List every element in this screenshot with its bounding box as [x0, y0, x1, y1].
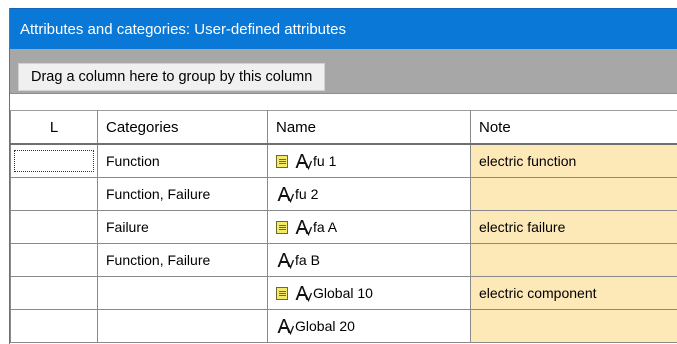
group-by-hint: Drag a column here to group by this colu…: [18, 63, 326, 91]
cell-name[interactable]: fu 2: [267, 177, 471, 211]
cell-note[interactable]: electric function: [470, 143, 677, 178]
attributes-panel: Attributes and categories: User-defined …: [9, 8, 677, 344]
attribute-name: fu 2: [295, 186, 319, 202]
attribute-name: fa B: [295, 252, 320, 268]
cell-note[interactable]: electric failure: [470, 210, 677, 244]
column-header-name[interactable]: Name: [267, 110, 471, 145]
attribute-a-icon: [294, 284, 312, 302]
attribute-a-icon: [294, 218, 312, 236]
cell-note[interactable]: [470, 309, 677, 343]
table-row[interactable]: Function, Failure fu 2: [10, 177, 677, 211]
cell-categories[interactable]: [97, 309, 268, 343]
cell-categories[interactable]: Function, Failure: [97, 177, 268, 211]
attribute-a-icon: [276, 317, 294, 335]
cell-note[interactable]: [470, 177, 677, 211]
cell-note[interactable]: electric component: [470, 276, 677, 310]
group-by-area[interactable]: Drag a column here to group by this colu…: [10, 49, 677, 94]
cell-l[interactable]: [10, 143, 98, 178]
cell-l[interactable]: [10, 210, 98, 244]
cell-categories[interactable]: Failure: [97, 210, 268, 244]
attribute-name: Global 20: [295, 318, 355, 334]
table-row[interactable]: Function, Failure fa B: [10, 243, 677, 277]
cell-categories[interactable]: [97, 276, 268, 310]
column-header-note[interactable]: Note: [470, 110, 677, 145]
attribute-name: fu 1: [313, 153, 337, 169]
panel-title: Attributes and categories: User-defined …: [20, 20, 347, 38]
attribute-a-icon: [276, 185, 294, 203]
cell-name[interactable]: fu 1: [267, 143, 471, 178]
document-icon: [276, 154, 288, 168]
cell-categories[interactable]: Function, Failure: [97, 243, 268, 277]
cell-l[interactable]: [10, 276, 98, 310]
document-icon: [276, 220, 288, 234]
table-row[interactable]: Failure fa A electric failure: [10, 210, 677, 244]
column-header-categories[interactable]: Categories: [97, 110, 268, 145]
column-header-l[interactable]: L: [10, 110, 98, 145]
table-row[interactable]: Global 10 electric component: [10, 276, 677, 310]
cell-note[interactable]: [470, 243, 677, 277]
attribute-a-icon: [276, 251, 294, 269]
grid-header-row: L Categories Name Note: [10, 110, 677, 145]
table-row[interactable]: Function fu 1 electric function: [10, 143, 677, 178]
cell-name[interactable]: fa A: [267, 210, 471, 244]
attributes-grid: L Categories Name Note Function fu 1 elect…: [10, 110, 677, 343]
attribute-a-icon: [294, 152, 312, 170]
focus-indicator: [14, 150, 94, 172]
table-row[interactable]: Global 20: [10, 309, 677, 343]
attribute-name: fa A: [313, 219, 338, 235]
document-icon: [276, 286, 288, 300]
cell-categories[interactable]: Function: [97, 143, 268, 178]
cell-l[interactable]: [10, 177, 98, 211]
cell-name[interactable]: Global 20: [267, 309, 471, 343]
panel-titlebar: Attributes and categories: User-defined …: [10, 8, 677, 49]
attribute-name: Global 10: [313, 285, 373, 301]
cell-l[interactable]: [10, 243, 98, 277]
cell-name[interactable]: Global 10: [267, 276, 471, 310]
cell-name[interactable]: fa B: [267, 243, 471, 277]
cell-l[interactable]: [10, 309, 98, 343]
